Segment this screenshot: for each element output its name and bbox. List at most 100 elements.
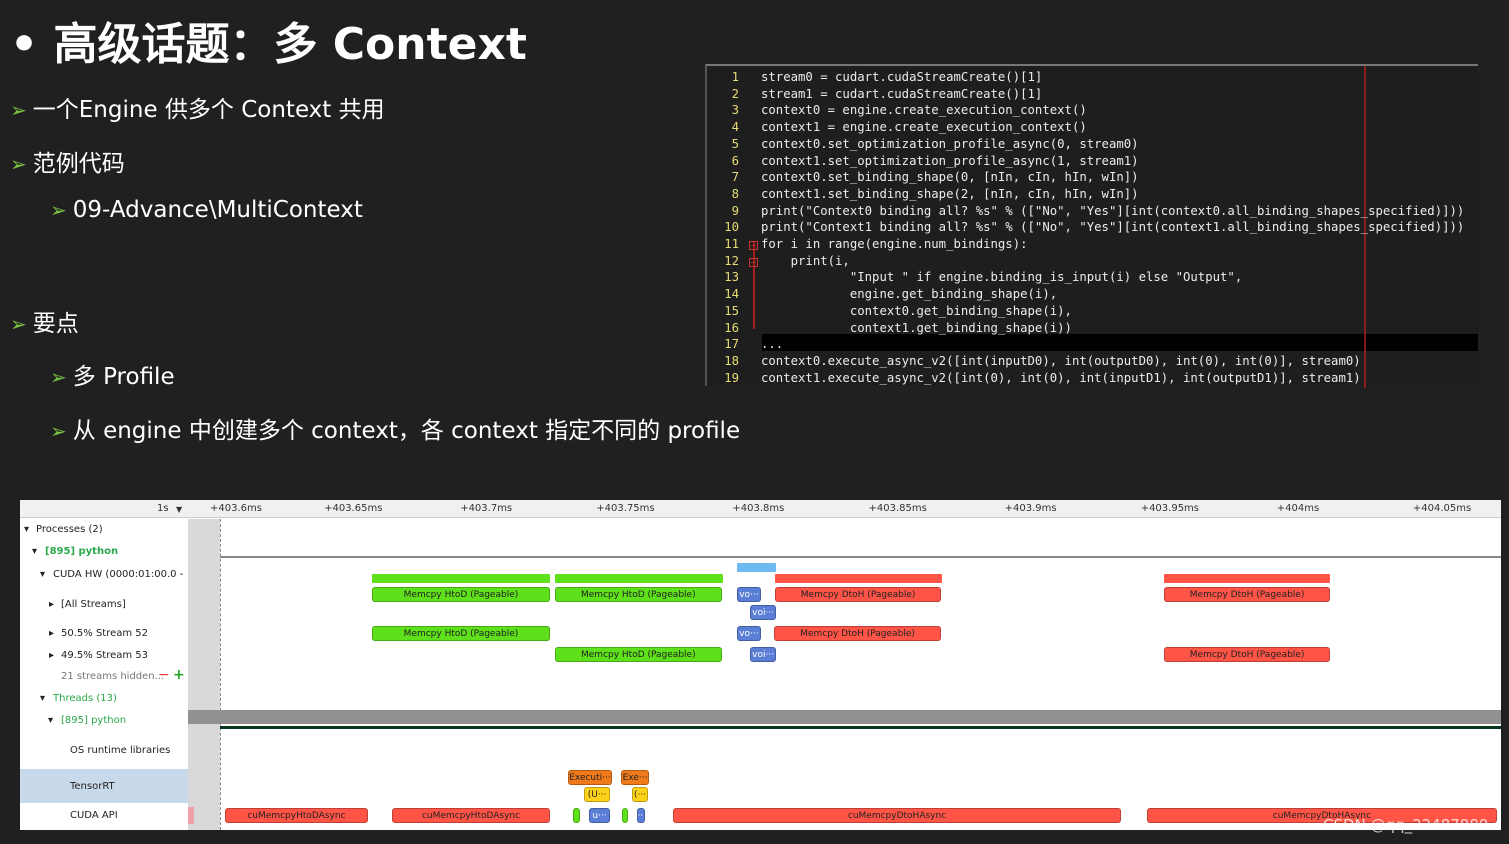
code-text: context0.set_binding_shape(0, [nIn, cIn,… — [761, 170, 1139, 185]
row-processes[interactable]: Processes (2) — [36, 524, 103, 535]
expand-arrow-icon[interactable]: ▾ — [40, 693, 45, 704]
timeline-event-htod[interactable]: Memcpy HtoD (Pageable) — [371, 626, 550, 641]
code-text: print("Context1 binding all? %s" % (["No… — [761, 220, 1465, 235]
expand-arrow-icon[interactable]: ▾ — [24, 524, 29, 535]
code-line: 19 context1.execute_async_v2([int(0), int… — [707, 370, 1360, 387]
bullet-item: ➢ 范例代码 — [10, 144, 125, 178]
code-text: context1 = engine.create_execution_conte… — [761, 120, 1087, 135]
row-stream-53[interactable]: 49.5% Stream 53 — [61, 650, 148, 661]
timeline-event-htod[interactable] — [554, 574, 724, 583]
timeline-event-kernel[interactable]: u··· — [588, 808, 611, 823]
row-python-process[interactable]: [895] python — [45, 546, 118, 557]
row-tensorrt[interactable]: TensorRT — [70, 781, 115, 792]
expand-arrow-icon[interactable]: ▸ — [49, 628, 54, 639]
expand-arrow-icon[interactable]: ▾ — [32, 546, 37, 557]
line-number: 12 — [724, 253, 739, 268]
line-number: 11 — [724, 237, 739, 251]
code-text: context0.set_optimization_profile_async(… — [761, 136, 1139, 151]
timeline-event-nvtx[interactable]: (U··· — [584, 787, 611, 802]
timeline-event-htod[interactable] — [622, 808, 629, 823]
expand-arrow-icon[interactable]: ▾ — [40, 569, 45, 580]
code-line: 3 context0 = engine.create_execution_cont… — [707, 102, 1087, 119]
highlighted-line — [762, 334, 1478, 351]
timeline-event-htod[interactable]: Memcpy HtoD (Pageable) — [554, 647, 722, 662]
timeline-event-kernel[interactable]: voi··· — [750, 605, 777, 620]
plus-icon[interactable]: + — [173, 667, 185, 683]
line-number: 2 — [731, 86, 739, 101]
code-line: 4 context1 = engine.create_execution_cont… — [707, 119, 1087, 136]
code-text: context1.set_binding_shape(2, [nIn, cIn,… — [761, 186, 1139, 201]
code-line: 9 print("Context0 binding all? %s" % (["N… — [707, 203, 1465, 220]
tick-label: +404.05ms — [1412, 503, 1472, 514]
expand-arrow-icon[interactable]: ▸ — [49, 599, 54, 610]
thread-state-bar — [220, 726, 1501, 729]
gutter — [188, 519, 220, 830]
tick-label: +404ms — [1276, 503, 1320, 514]
code-text: stream1 = cudart.cudaStreamCreate()[1] — [761, 86, 1043, 101]
row-threads[interactable]: Threads (13) — [53, 693, 117, 704]
timeline-event-dtoh[interactable] — [1164, 574, 1331, 583]
code-text: context0.get_binding_shape(i), — [761, 303, 1072, 318]
expand-arrow-icon[interactable]: ▾ — [48, 715, 53, 726]
arrow-bullet-icon: ➢ — [10, 312, 27, 336]
zoom-label[interactable]: 1s — [157, 503, 169, 514]
timeline-event-htod[interactable]: Memcpy HtoD (Pageable) — [554, 587, 722, 602]
code-line: 14 engine.get_binding_shape(i), — [707, 286, 1057, 303]
timeline-event-dtoh[interactable]: Memcpy DtoH (Pageable) — [775, 587, 942, 602]
timeline-event-dtoh[interactable]: Memcpy DtoH (Pageable) — [1164, 647, 1331, 662]
tick-label: +403.9ms — [1004, 503, 1057, 514]
timeline-event-trt[interactable]: Exe··· — [621, 770, 650, 785]
code-text: context0.execute_async_v2([int(inputD0),… — [761, 353, 1361, 368]
timeline-event-summary_blue[interactable] — [736, 563, 777, 572]
code-line: 16 context1.get_binding_shape(i)) — [707, 320, 1072, 337]
bullet-text: 多 Profile — [72, 364, 175, 390]
timeline-event-htod[interactable]: Memcpy HtoD (Pageable) — [371, 587, 550, 602]
timeline-event-kernel[interactable]: vo··· — [736, 587, 761, 602]
line-number: 18 — [724, 353, 739, 368]
thread-activity-bar — [188, 710, 1501, 724]
chevron-down-icon[interactable]: ▼ — [176, 505, 182, 514]
tick-label: +403.85ms — [868, 503, 927, 514]
timeline-event-trt[interactable]: Executi··· — [567, 770, 613, 785]
time-ruler[interactable]: 1s ▼ +403.6ms +403.65ms +403.7ms +403.75ms +… — [20, 500, 1501, 518]
tick-label: +403.8ms — [732, 503, 785, 514]
bullet-text: 要点 — [32, 311, 79, 337]
nsight-timeline[interactable]: 1s ▼ +403.6ms +403.65ms +403.7ms +403.75ms +… — [20, 500, 1501, 830]
code-text: context1.set_optimization_profile_async(… — [761, 153, 1139, 168]
code-text: context0 = engine.create_execution_conte… — [761, 103, 1087, 118]
tick-label: +403.6ms — [210, 503, 262, 514]
expand-arrow-icon[interactable]: ▸ — [49, 650, 54, 661]
timeline-event-dtoh[interactable] — [775, 574, 943, 583]
timeline-event-dtoh[interactable]: cuMemcpyHtoDAsync — [392, 808, 550, 823]
timeline-event-dtoh[interactable]: Memcpy DtoH (Pageable) — [1164, 587, 1331, 602]
timeline-event-dtoh[interactable]: Memcpy DtoH (Pageable) — [773, 626, 942, 641]
bullet-item: ➢ 一个Engine 供多个 Context 共用 — [10, 90, 385, 124]
timeline-event-kernel[interactable]: vo··· — [736, 626, 761, 641]
tick-label: +403.7ms — [460, 503, 513, 514]
row-stream-52[interactable]: 50.5% Stream 52 — [61, 628, 148, 639]
code-line: 12 print(i, — [707, 253, 850, 270]
timeline-event-kernel[interactable]: voi··· — [750, 647, 777, 662]
row-cuda-hw[interactable]: CUDA HW (0000:01:00.0 - NVI — [53, 569, 186, 580]
timeline-event-dtoh[interactable]: cuMemcpyHtoDAsync — [224, 808, 368, 823]
timeline-event-nvtx[interactable]: (··· — [632, 787, 648, 802]
code-text: stream0 = cudart.cudaStreamCreate()[1] — [761, 70, 1043, 84]
minus-icon[interactable]: − — [158, 667, 170, 683]
row-all-streams[interactable]: [All Streams] — [61, 599, 126, 610]
timeline-event-kernel[interactable]: ··· — [636, 808, 645, 823]
row-thread-python[interactable]: [895] python — [61, 715, 126, 726]
timeline-event-htod[interactable] — [371, 574, 550, 583]
cursor-line — [220, 519, 221, 830]
timeline-event-htod[interactable] — [573, 808, 580, 823]
timeline-event-dtoh[interactable]: cuMemcpyDtoHAsync — [673, 808, 1122, 823]
row-cuda-api[interactable]: CUDA API — [70, 810, 118, 821]
line-number: 13 — [724, 270, 739, 285]
line-number: 17 — [724, 337, 739, 352]
row-os-runtime[interactable]: OS runtime libraries — [70, 745, 170, 756]
tick-label: +403.75ms — [596, 503, 655, 514]
tick-label: +403.65ms — [324, 503, 383, 514]
api-marker — [188, 807, 194, 824]
bullet-item: ➢ 多 Profile — [50, 357, 175, 391]
line-number: 5 — [731, 136, 739, 151]
watermark: CSDN @qq_22487889 — [1323, 816, 1489, 834]
